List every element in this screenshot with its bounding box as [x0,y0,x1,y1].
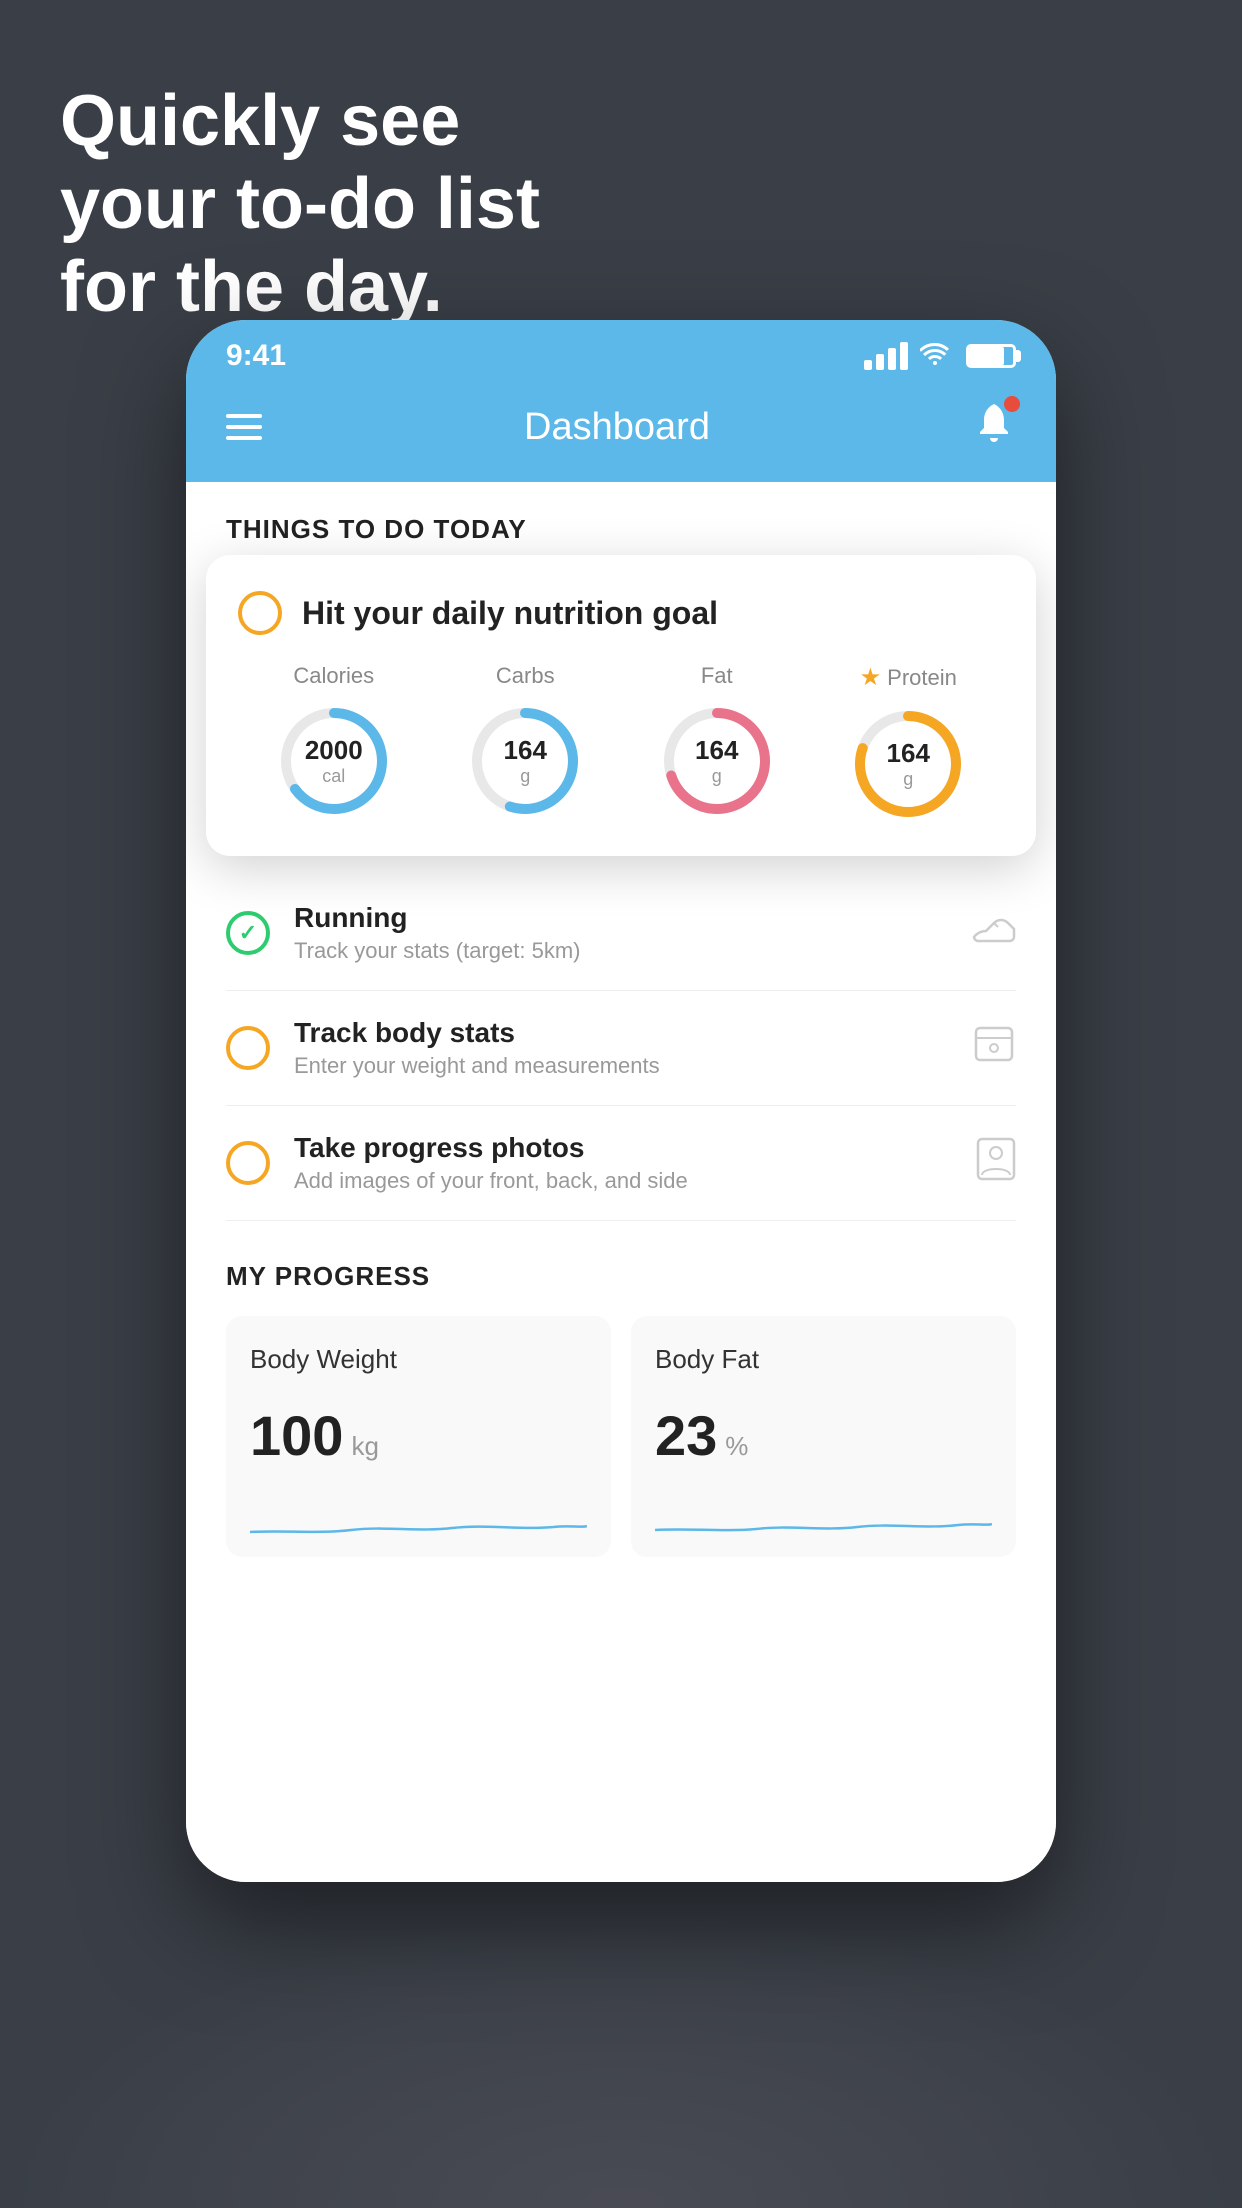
body-stats-title: Track body stats [294,1017,948,1049]
list-item-body-stats[interactable]: Track body stats Enter your weight and m… [226,991,1016,1106]
my-progress-section: MY PROGRESS Body Weight 100 kg Body Fat [186,1221,1056,1577]
my-progress-title: MY PROGRESS [226,1261,1016,1292]
calories-value: 2000 [305,735,363,766]
body-stats-subtitle: Enter your weight and measurements [294,1053,948,1079]
nutrition-carbs: Carbs 164 g [465,663,585,821]
todo-list: ✓ Running Track your stats (target: 5km) [186,876,1056,1221]
nutrition-grid: Calories 2000 cal Carbs [238,663,1004,824]
nutrition-fat: Fat 164 g [657,663,777,821]
shoe-icon [972,911,1016,956]
photos-circle-icon [226,1141,270,1185]
app-title: Dashboard [524,406,710,449]
nutrition-calories: Calories 2000 cal [274,663,394,821]
fat-unit: g [695,766,738,787]
body-weight-label: Body Weight [250,1344,587,1375]
carbs-donut: 164 g [465,701,585,821]
bg-shadow [0,1908,1242,2208]
photos-subtitle: Add images of your front, back, and side [294,1168,952,1194]
calories-label: Calories [293,663,374,689]
checkmark-icon: ✓ [239,920,257,946]
body-fat-value-row: 23 % [655,1403,992,1468]
body-fat-label: Body Fat [655,1344,992,1375]
fat-label: Fat [701,663,733,689]
app-content: THINGS TO DO TODAY Hit your daily nutrit… [186,482,1056,1882]
app-header: Dashboard [186,384,1056,482]
person-icon [976,1137,1016,1190]
running-check-icon: ✓ [226,911,270,955]
body-stats-circle-icon [226,1026,270,1070]
body-weight-sparkline [250,1492,587,1552]
signal-icon [864,342,908,370]
body-fat-sparkline [655,1492,992,1552]
fat-value: 164 [695,735,738,766]
protein-label: Protein [887,665,957,691]
running-subtitle: Track your stats (target: 5km) [294,938,948,964]
protein-label-row: ★ Protein [860,663,957,692]
card-title-row: Hit your daily nutrition goal [238,591,1004,635]
calories-unit: cal [305,766,363,787]
notification-button[interactable] [972,400,1016,454]
photos-text: Take progress photos Add images of your … [294,1132,952,1194]
fat-donut: 164 g [657,701,777,821]
nutrition-card: Hit your daily nutrition goal Calories 2… [206,555,1036,856]
body-weight-value-row: 100 kg [250,1403,587,1468]
body-fat-card[interactable]: Body Fat 23 % [631,1316,1016,1557]
body-stats-text: Track body stats Enter your weight and m… [294,1017,948,1079]
photos-title: Take progress photos [294,1132,952,1164]
body-weight-unit: kg [351,1431,378,1462]
hero-headline: Quickly see your to-do list for the day. [60,80,540,328]
things-to-do-header: THINGS TO DO TODAY [186,482,1056,565]
carbs-label: Carbs [496,663,555,689]
list-item-running[interactable]: ✓ Running Track your stats (target: 5km) [226,876,1016,991]
running-title: Running [294,902,948,934]
status-bar: 9:41 [186,320,1056,384]
nutrition-protein: ★ Protein 164 g [848,663,968,824]
progress-cards: Body Weight 100 kg Body Fat 23 % [226,1316,1016,1557]
running-text: Running Track your stats (target: 5km) [294,902,948,964]
notification-dot [1004,396,1020,412]
status-icons [864,341,1016,372]
protein-donut: 164 g [848,704,968,824]
phone-mockup: 9:41 Dashboard [186,320,1056,1882]
nutrition-card-title: Hit your daily nutrition goal [302,595,718,632]
hamburger-button[interactable] [226,414,262,440]
body-fat-value: 23 [655,1403,717,1468]
protein-unit: g [887,769,930,790]
todo-circle-icon [238,591,282,635]
body-fat-unit: % [725,1431,748,1462]
body-weight-card[interactable]: Body Weight 100 kg [226,1316,611,1557]
status-time: 9:41 [226,339,286,373]
calories-donut: 2000 cal [274,701,394,821]
scale-icon [972,1024,1016,1073]
body-weight-value: 100 [250,1403,343,1468]
battery-icon [966,344,1016,368]
protein-value: 164 [887,738,930,769]
carbs-unit: g [504,766,547,787]
wifi-icon [920,341,950,372]
list-item-photos[interactable]: Take progress photos Add images of your … [226,1106,1016,1221]
carbs-value: 164 [504,735,547,766]
star-icon: ★ [860,663,882,692]
